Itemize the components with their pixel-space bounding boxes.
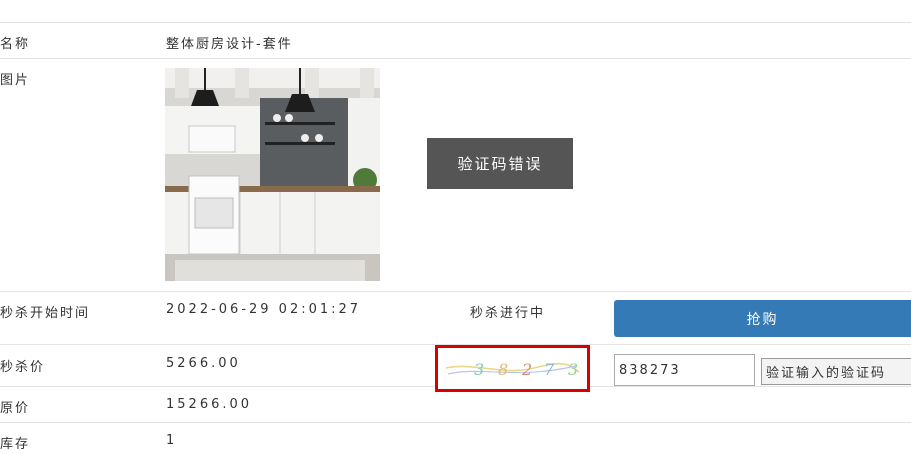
start-time-value: 2022-06-29 02:01:27 — [166, 302, 362, 317]
captcha-digit: 3 — [474, 360, 484, 379]
row-divider — [0, 58, 911, 59]
captcha-code-input[interactable] — [614, 354, 755, 386]
original-price-value: 15266.00 — [166, 397, 253, 412]
product-name: 整体厨房设计-套件 — [166, 37, 293, 52]
captcha-image[interactable]: 38273 — [444, 354, 581, 383]
stock-value: 1 — [166, 433, 177, 448]
image-label: 图片 — [0, 73, 31, 88]
verify-captcha-button[interactable]: 验证输入的验证码 — [761, 358, 911, 385]
seckill-status: 秒杀进行中 — [470, 306, 546, 321]
buy-button[interactable]: 抢购 — [614, 300, 911, 337]
row-divider — [0, 422, 911, 423]
captcha-digit: 2 — [521, 360, 532, 379]
start-time-label: 秒杀开始时间 — [0, 306, 91, 321]
captcha-digit: 3 — [568, 360, 578, 379]
stock-label: 库存 — [0, 437, 31, 452]
row-divider — [0, 22, 911, 23]
seckill-price-label: 秒杀价 — [0, 360, 46, 375]
name-label: 名称 — [0, 37, 31, 52]
product-image — [165, 68, 380, 281]
captcha-highlight: 38273 — [435, 345, 590, 392]
captcha-digit: 8 — [498, 360, 508, 379]
original-price-label: 原价 — [0, 401, 31, 416]
seckill-price-value: 5266.00 — [166, 356, 241, 371]
error-toast: 验证码错误 — [427, 138, 573, 189]
row-divider — [0, 291, 911, 292]
captcha-digit: 7 — [544, 360, 555, 379]
